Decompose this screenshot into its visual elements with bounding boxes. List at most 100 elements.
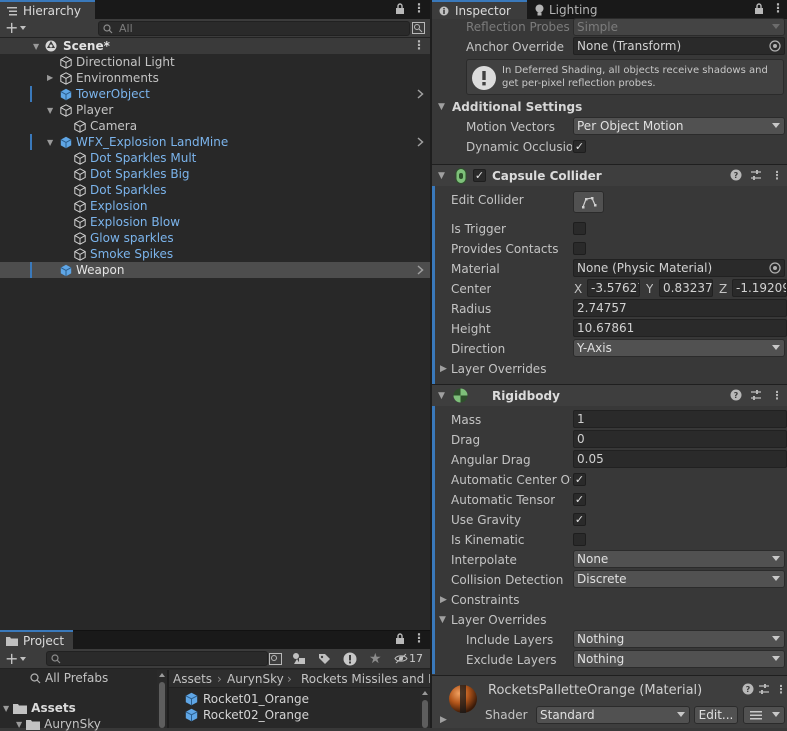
capsule-collider-header[interactable]: ▼ ✓ Capsule Collider ? ⋮ [432, 164, 787, 186]
fold-arrow-collapsed-icon[interactable]: ▶ [440, 715, 447, 725]
presets-icon[interactable] [750, 389, 764, 403]
add-dropdown-icon[interactable] [20, 26, 26, 30]
more-options-icon[interactable]: ⋮ [413, 1, 425, 15]
aurynsky-folder-item[interactable]: ▼ AurynSky [16, 717, 101, 731]
scene-options-icon[interactable]: ⋮ [413, 38, 425, 52]
filter-by-label-icon[interactable] [318, 653, 331, 665]
component-menu-icon[interactable]: ⋮ [770, 169, 784, 183]
help-icon[interactable]: ? [742, 683, 756, 697]
material-field[interactable]: None (Physic Material) [573, 259, 785, 277]
project-file-item[interactable]: Rocket01_Orange [185, 692, 309, 706]
presets-icon[interactable] [750, 169, 764, 183]
height-field[interactable]: 10.67861 [573, 319, 787, 337]
breadcrumb-item[interactable]: AurynSky [227, 672, 284, 686]
hierarchy-item-camera[interactable]: Camera [0, 118, 430, 134]
search-filter-icon[interactable] [269, 653, 282, 665]
project-search-input[interactable] [46, 651, 268, 666]
component-menu-icon[interactable]: ⋮ [774, 683, 787, 697]
hierarchy-item-environments[interactable]: ▶ Environments [0, 70, 430, 86]
layer-overrides-row[interactable]: ▶ Layer Overrides [432, 359, 787, 379]
more-options-icon[interactable]: ⋮ [413, 631, 425, 645]
center-x-field[interactable]: -3.57627 [587, 279, 640, 297]
hierarchy-item-dot-sparkles-big[interactable]: Dot Sparkles Big [0, 166, 430, 182]
scroll-up-icon[interactable] [422, 691, 428, 695]
lock-icon[interactable] [395, 3, 405, 15]
add-icon[interactable]: + [5, 649, 18, 668]
fold-arrow-expanded-icon[interactable]: ▼ [47, 107, 55, 115]
breadcrumb-item[interactable]: Assets [173, 672, 212, 686]
shader-options-dropdown[interactable] [743, 706, 785, 724]
collision-detection-dropdown[interactable]: Discrete [573, 570, 785, 588]
scroll-thumb[interactable] [159, 682, 165, 728]
hidden-packages-icon[interactable] [394, 653, 408, 664]
is-trigger-checkbox[interactable] [573, 222, 586, 235]
auto-tensor-checkbox[interactable]: ✓ [573, 493, 586, 506]
warning-filter-icon[interactable] [343, 652, 357, 666]
tab-hierarchy[interactable]: Hierarchy [0, 0, 95, 19]
more-options-icon[interactable]: ⋮ [772, 1, 784, 15]
fold-arrow-expanded-icon[interactable]: ▼ [438, 102, 445, 112]
hierarchy-item-dot-sparkles-mult[interactable]: Dot Sparkles Mult [0, 150, 430, 166]
fold-arrow-collapsed-icon[interactable]: ▶ [440, 595, 447, 605]
fold-arrow-expanded-icon[interactable]: ▼ [438, 171, 445, 181]
constraints-row[interactable]: ▶ Constraints [432, 590, 787, 610]
hierarchy-item-explosion[interactable]: Explosion [0, 198, 430, 214]
tab-project[interactable]: Project [0, 630, 73, 649]
fold-arrow-collapsed-icon[interactable]: ▶ [440, 364, 447, 374]
help-icon[interactable]: ? [730, 389, 744, 403]
dynamic-occlusion-checkbox[interactable]: ✓ [573, 140, 586, 153]
capsule-collider-enabled-checkbox[interactable]: ✓ [473, 169, 486, 182]
project-file-item[interactable]: Rocket02_Orange [185, 708, 309, 722]
files-scrollbar[interactable] [420, 688, 430, 728]
hierarchy-search-input[interactable]: All [98, 21, 410, 36]
lock-icon[interactable] [754, 3, 764, 15]
is-kinematic-checkbox[interactable] [573, 533, 586, 546]
object-picker-icon[interactable] [769, 262, 781, 274]
hierarchy-item-explosion-blow[interactable]: Explosion Blow [0, 214, 430, 230]
center-y-field[interactable]: 0.83237 [659, 279, 713, 297]
scene-row[interactable]: ▼ Scene* ⋮ [0, 38, 430, 54]
motion-vectors-dropdown[interactable]: Per Object Motion [573, 117, 785, 135]
fold-arrow-expanded-icon[interactable]: ▼ [3, 704, 9, 713]
use-gravity-checkbox[interactable]: ✓ [573, 513, 586, 526]
chevron-right-icon[interactable] [417, 265, 424, 275]
fold-arrow-expanded-icon[interactable]: ▼ [33, 43, 41, 51]
include-layers-dropdown[interactable]: Nothing [573, 630, 785, 648]
hierarchy-item-dot-sparkles[interactable]: Dot Sparkles [0, 182, 430, 198]
rb-layer-overrides-row[interactable]: ▼ Layer Overrides [432, 610, 787, 630]
interpolate-dropdown[interactable]: None [573, 550, 785, 568]
component-menu-icon[interactable]: ⋮ [770, 389, 784, 403]
tree-scrollbar[interactable] [157, 670, 167, 728]
search-filter-icon[interactable] [412, 22, 425, 34]
scroll-thumb[interactable] [422, 700, 428, 728]
help-icon[interactable]: ? [730, 169, 744, 183]
hierarchy-item-weapon[interactable]: Weapon [0, 262, 430, 278]
lock-icon[interactable] [395, 633, 405, 645]
fold-arrow-expanded-icon[interactable]: ▼ [16, 720, 22, 729]
fold-arrow-expanded-icon[interactable]: ▼ [439, 615, 446, 625]
direction-dropdown[interactable]: Y-Axis [573, 339, 785, 357]
shader-dropdown[interactable]: Standard [536, 706, 690, 724]
hierarchy-item-wfx-explosion-landmine[interactable]: ▼ WFX_Explosion LandMine [0, 134, 430, 150]
shader-edit-button[interactable]: Edit... [694, 706, 738, 724]
chevron-right-icon[interactable] [417, 137, 424, 147]
assets-folder-item[interactable]: ▼ Assets [3, 701, 76, 715]
chevron-right-icon[interactable] [417, 89, 424, 99]
hierarchy-item-player[interactable]: ▼ Player [0, 102, 430, 118]
angular-drag-field[interactable]: 0.05 [573, 450, 787, 468]
reflection-probes-dropdown[interactable]: Simple [573, 18, 785, 36]
hierarchy-item-towerobject[interactable]: TowerObject [0, 86, 430, 102]
add-dropdown-icon[interactable] [20, 657, 26, 661]
fold-arrow-expanded-icon[interactable]: ▼ [438, 391, 445, 401]
anchor-override-field[interactable]: None (Transform) [573, 37, 785, 55]
drag-field[interactable]: 0 [573, 430, 787, 448]
hierarchy-item-glow-sparkles[interactable]: Glow sparkles [0, 230, 430, 246]
auto-center-checkbox[interactable]: ✓ [573, 473, 586, 486]
fold-arrow-collapsed-icon[interactable]: ▶ [47, 74, 55, 82]
radius-field[interactable]: 2.74757 [573, 299, 787, 317]
object-picker-icon[interactable] [769, 40, 781, 52]
mass-field[interactable]: 1 [573, 410, 787, 428]
additional-settings-header[interactable]: ▼ Additional Settings [432, 97, 787, 117]
filter-by-type-icon[interactable] [292, 652, 306, 665]
breadcrumb-item[interactable]: Rockets Missiles and B [301, 672, 430, 686]
